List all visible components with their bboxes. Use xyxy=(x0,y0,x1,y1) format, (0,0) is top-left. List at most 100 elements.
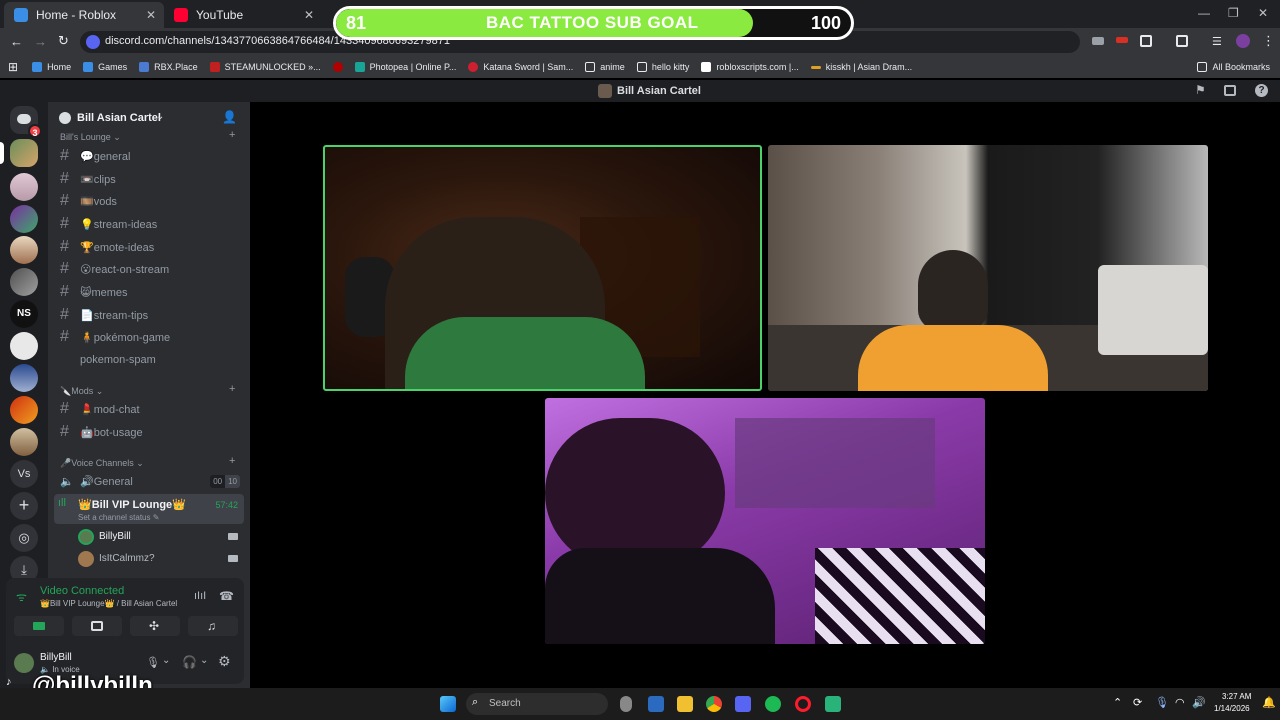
close-icon[interactable]: ✕ xyxy=(146,8,156,22)
video-tile-speaking[interactable] xyxy=(323,145,762,391)
video-tile[interactable] xyxy=(545,398,985,644)
disconnect-icon[interactable]: ☎ xyxy=(219,589,234,603)
bookmark-kisskh[interactable]: kisskh | Asian Dram... xyxy=(810,62,912,72)
bookmark-rbxplace[interactable]: RBX.Place xyxy=(139,62,198,72)
microphone-icon[interactable]: 🎙 xyxy=(1155,696,1169,709)
add-channel-icon[interactable]: + xyxy=(229,455,235,467)
spotify-icon[interactable] xyxy=(765,696,781,712)
extensions-icon[interactable] xyxy=(1140,35,1152,47)
menu-icon[interactable]: ⋮ xyxy=(1262,33,1275,49)
bookmark-home[interactable]: Home xyxy=(32,62,71,72)
channel-stream-tips[interactable]: # 📄stream-tips xyxy=(60,305,240,325)
back-icon[interactable]: ← xyxy=(10,34,23,49)
tab-roblox[interactable]: Home - Roblox ✕ xyxy=(4,2,164,28)
direct-messages-icon[interactable]: 3 xyxy=(10,106,42,138)
tab-youtube[interactable]: YouTube ✕ xyxy=(164,2,322,28)
category-mods[interactable]: 🔪Mods ⌄ xyxy=(60,386,103,397)
windows-start-icon[interactable] xyxy=(440,696,456,712)
minimize-icon[interactable]: — xyxy=(1198,6,1210,20)
notifications-icon[interactable]: 🔔 xyxy=(1262,696,1276,709)
reload-icon[interactable]: ↻ xyxy=(58,33,69,49)
invite-icon[interactable]: 👤 xyxy=(222,110,237,124)
channel-mod-chat[interactable]: # 💄mod-chat xyxy=(60,399,240,419)
bookmark-robloxscripts[interactable]: robloxscripts.com |... xyxy=(701,62,799,72)
add-channel-icon[interactable]: + xyxy=(229,383,235,395)
forward-icon[interactable]: → xyxy=(34,34,47,49)
add-channel-icon[interactable]: + xyxy=(229,129,235,141)
connection-location[interactable]: 👑Bill VIP Lounge👑 / Bill Asian Cartel xyxy=(40,599,177,608)
opera-icon[interactable] xyxy=(795,696,811,712)
inbox-icon[interactable] xyxy=(1224,85,1236,96)
channel-bot-usage[interactable]: # 🤖bot-usage xyxy=(60,422,240,442)
server-bill-asian-cartel[interactable] xyxy=(10,139,38,167)
discord-icon[interactable] xyxy=(735,696,751,712)
server-icon[interactable] xyxy=(10,205,38,233)
volume-icon[interactable]: 🔊 xyxy=(1192,696,1206,709)
server-icon[interactable] xyxy=(10,428,38,456)
bookmark-folder-hello-kitty[interactable]: hello kitty xyxy=(636,62,689,72)
user-avatar[interactable] xyxy=(14,653,34,673)
channel-clips[interactable]: # 📼clips xyxy=(60,169,240,189)
sync-icon[interactable]: ⟳ xyxy=(1133,696,1142,709)
help-icon[interactable]: ? xyxy=(1255,84,1268,97)
bookmark-games[interactable]: Games xyxy=(83,62,127,72)
close-window-icon[interactable]: ✕ xyxy=(1258,6,1268,20)
add-server-icon[interactable]: + xyxy=(10,492,38,520)
server-icon[interactable] xyxy=(10,236,38,264)
chevron-up-icon[interactable]: ⌃ xyxy=(1113,696,1122,709)
clock-date[interactable]: 1/14/2026 xyxy=(1214,704,1250,713)
media-icon[interactable]: ☰ xyxy=(1212,35,1222,48)
site-info-icon[interactable] xyxy=(86,35,100,49)
voice-channel-vip-lounge[interactable]: ıll 👑Bill VIP Lounge👑 57:42 Set a channe… xyxy=(54,494,244,524)
taskbar-search[interactable]: ⌕ Search xyxy=(466,693,608,715)
app-icon[interactable] xyxy=(648,696,664,712)
camera-button[interactable] xyxy=(14,616,64,636)
app-icon[interactable] xyxy=(620,696,632,712)
server-icon[interactable] xyxy=(10,364,38,392)
all-bookmarks[interactable]: All Bookmarks xyxy=(1197,62,1270,72)
channel-pokemon-game[interactable]: # 🧍pokémon-game xyxy=(60,327,240,347)
chevron-down-icon[interactable]: ⌄ xyxy=(200,655,208,666)
voice-member[interactable]: IsItCalmmz? xyxy=(76,550,242,568)
channel-vods[interactable]: # 🎞️vods xyxy=(60,191,240,211)
voice-member[interactable]: BillyBill xyxy=(76,528,242,546)
app-icon[interactable] xyxy=(825,696,841,712)
channel-stream-ideas[interactable]: # 💡stream-ideas xyxy=(60,214,240,234)
sidepanel-icon[interactable] xyxy=(1176,35,1188,47)
server-icon[interactable] xyxy=(10,268,38,296)
connection-state[interactable]: Video Connected xyxy=(40,585,124,597)
bookmark-photopea[interactable]: Photopea | Online P... xyxy=(354,62,456,72)
gear-icon[interactable]: ⚙ xyxy=(218,653,231,670)
noise-suppression-icon[interactable]: ıIıI xyxy=(194,590,206,602)
file-explorer-icon[interactable] xyxy=(677,696,693,712)
microphone-icon[interactable]: 🎙 xyxy=(146,656,160,669)
server-header[interactable]: Bill Asian Cartel ⌄ 👤 xyxy=(48,104,250,132)
extension-icon[interactable] xyxy=(1092,37,1104,45)
clock-time[interactable]: 3:27 AM xyxy=(1222,692,1251,701)
discover-icon[interactable]: ◎ xyxy=(10,524,38,552)
bookmark-unnamed[interactable] xyxy=(332,62,343,72)
maximize-icon[interactable]: ❐ xyxy=(1228,6,1239,20)
channel-react-on-stream[interactable]: # 😮react-on-stream xyxy=(60,259,240,279)
flag-icon[interactable]: ⚑ xyxy=(1195,83,1206,97)
screen-share-button[interactable] xyxy=(72,616,122,636)
channel-memes[interactable]: # 😸memes xyxy=(60,282,240,302)
profile-avatar[interactable] xyxy=(1236,34,1250,48)
chevron-down-icon[interactable]: ⌄ xyxy=(162,655,170,666)
channel-general[interactable]: # 💬general xyxy=(60,146,240,166)
category-voice-channels[interactable]: 🎤Voice Channels ⌄ xyxy=(60,458,144,469)
server-ns[interactable]: NS xyxy=(10,300,38,328)
wifi-icon[interactable]: ◠ xyxy=(1175,696,1185,709)
apps-icon[interactable]: ⊞ xyxy=(8,60,18,74)
extension-icon[interactable] xyxy=(1116,37,1128,43)
server-icon[interactable] xyxy=(10,332,38,360)
bookmark-katana[interactable]: Katana Sword | Sam... xyxy=(468,62,573,72)
voice-channel-general[interactable]: 🔈 🔊General 00 10 xyxy=(60,471,240,491)
bookmark-steamunlocked[interactable]: STEAMUNLOCKED »... xyxy=(209,62,321,72)
soundboard-button[interactable]: ♫ xyxy=(188,616,238,636)
close-icon[interactable]: ✕ xyxy=(304,8,314,22)
bookmark-folder-anime[interactable]: anime xyxy=(585,62,625,72)
server-icon[interactable] xyxy=(10,173,38,201)
video-tile[interactable] xyxy=(768,145,1208,391)
activities-button[interactable]: ✣ xyxy=(130,616,180,636)
